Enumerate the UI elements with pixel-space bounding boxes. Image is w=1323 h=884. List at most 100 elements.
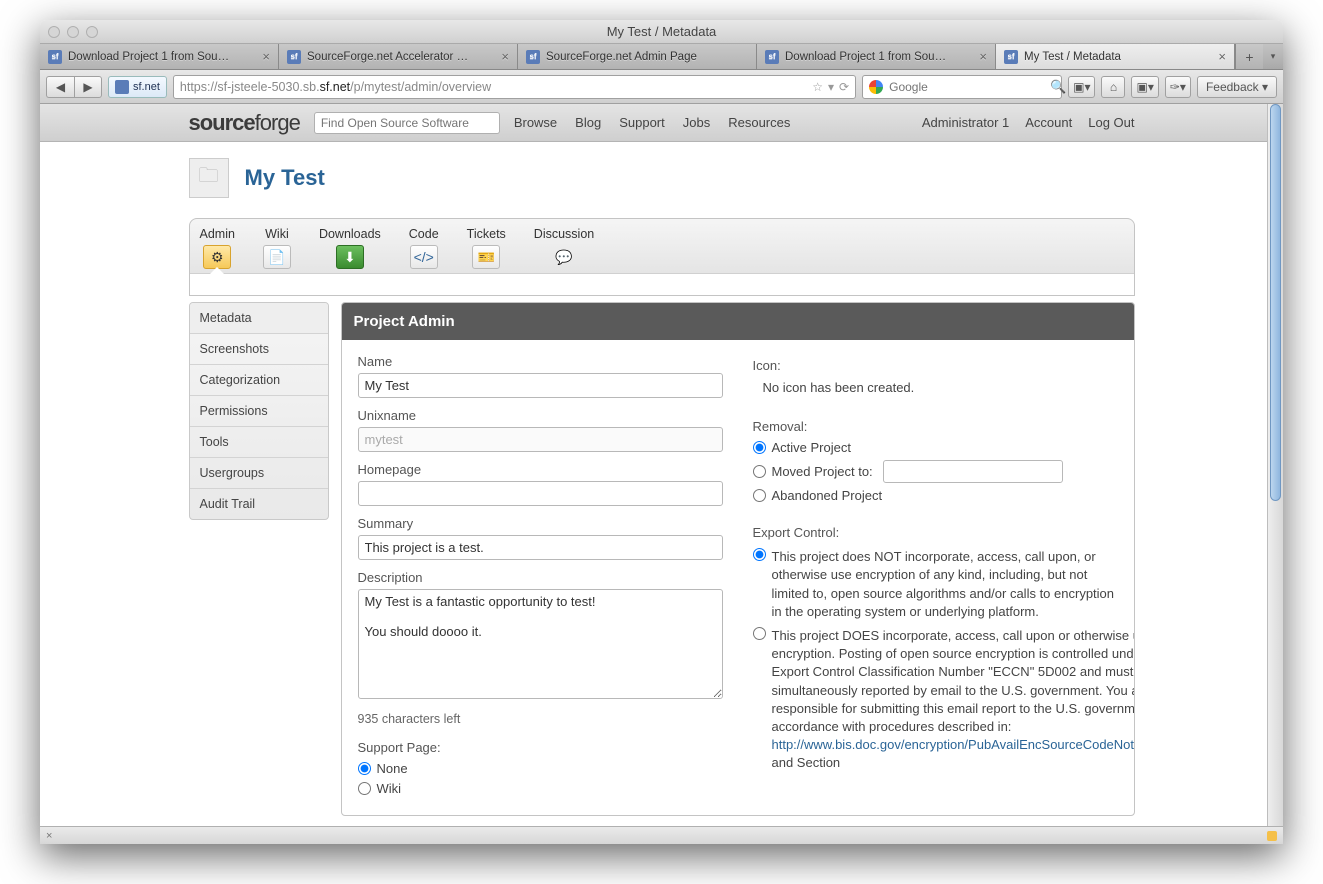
nav-resources[interactable]: Resources [728,115,790,130]
nav-support[interactable]: Support [619,115,665,130]
admin-layout: Metadata Screenshots Categorization Perm… [189,296,1135,816]
icon-label: Icon: [753,358,1118,373]
account-link[interactable]: Account [1025,115,1072,130]
description-label: Description [358,570,723,585]
tool-tab-wiki[interactable]: Wiki📄 [263,227,291,273]
admin-icon: ⚙ [203,245,231,269]
unixname-label: Unixname [358,408,723,423]
minimize-window-icon[interactable] [67,26,79,38]
url-bar[interactable]: https://sf-jsteele-5030.sb.sf.net/p/myte… [173,75,856,99]
browser-tab[interactable]: sfDownload Project 1 from Sou…× [757,44,996,69]
homepage-input[interactable] [358,481,723,506]
browser-tab[interactable]: sfSourceForge.net Admin Page [518,44,757,69]
sidebar-item-screenshots[interactable]: Screenshots [190,334,328,365]
sf-search-box[interactable] [314,112,500,134]
unixname-input [358,427,723,452]
tool-tab-admin[interactable]: Admin⚙ [200,227,235,273]
zoom-window-icon[interactable] [86,26,98,38]
support-page-label: Support Page: [358,740,723,755]
export-no-radio[interactable] [753,548,766,561]
close-icon[interactable]: × [1218,49,1226,64]
nav-blog[interactable]: Blog [575,115,601,130]
bookmarks-button[interactable]: ▣▾ [1131,76,1158,98]
adblock-button[interactable]: ▣▾ [1068,76,1095,98]
close-window-icon[interactable] [48,26,60,38]
name-input[interactable] [358,373,723,398]
tab-label: Download Project 1 from Sou… [68,51,256,63]
nav-jobs[interactable]: Jobs [683,115,710,130]
search-icon[interactable]: 🔍 [1050,79,1066,95]
status-close-icon[interactable]: × [46,830,52,842]
description-textarea[interactable] [358,589,723,699]
moved-to-input[interactable] [883,460,1063,483]
admin-sidebar: Metadata Screenshots Categorization Perm… [189,302,329,520]
browser-tab[interactable]: sfDownload Project 1 from Sou…× [40,44,279,69]
chars-left-label: 935 characters left [358,712,723,726]
support-wiki-radio[interactable] [358,782,371,795]
back-button[interactable]: ◀ [46,76,74,98]
export-yes-text: This project DOES incorporate, access, c… [772,627,1135,773]
tool-tab-code[interactable]: Code</> [409,227,439,273]
tool-tab-downloads[interactable]: Downloads⬇ [319,227,381,273]
site-badge-label: sf.net [133,81,160,93]
sf-user-nav: Administrator 1 Account Log Out [922,115,1135,130]
tab-menu-button[interactable]: ▾ [1263,44,1283,69]
homepage-label: Homepage [358,462,723,477]
sf-primary-nav: Browse Blog Support Jobs Resources [514,115,791,130]
new-tab-button[interactable]: + [1235,44,1263,69]
sidebar-item-permissions[interactable]: Permissions [190,396,328,427]
download-icon: ⬇ [336,245,364,269]
vertical-scrollbar[interactable] [1267,104,1283,826]
export-link[interactable]: http://www.bis.doc.gov/encryption/PubAva… [772,737,1135,752]
browser-search-box[interactable]: 🔍 [862,75,1062,99]
icon-status-text: No icon has been created. [763,379,1118,397]
browser-search-input[interactable] [889,80,1044,94]
close-icon[interactable]: × [501,49,509,64]
wiki-icon: 📄 [263,245,291,269]
support-none-radio[interactable] [358,762,371,775]
sidebar-item-audit-trail[interactable]: Audit Trail [190,489,328,519]
removal-moved-radio[interactable] [753,465,766,478]
support-wiki-label: Wiki [377,781,402,796]
sourceforge-logo[interactable]: sourceforge [189,110,300,136]
close-icon[interactable]: × [979,49,987,64]
feedback-button[interactable]: Feedback ▾ [1197,76,1277,98]
nav-browse[interactable]: Browse [514,115,557,130]
removal-moved-label: Moved Project to: [772,464,873,479]
sidebar-item-usergroups[interactable]: Usergroups [190,458,328,489]
favicon-icon: sf [287,50,301,64]
sidebar-item-tools[interactable]: Tools [190,427,328,458]
tool-tab-discussion[interactable]: Discussion💬 [534,227,594,273]
browser-tab[interactable]: sf SourceForge.net Accelerator … × [279,44,518,69]
tool-tab-tickets[interactable]: Tickets🎫 [467,227,506,273]
browser-tab-active[interactable]: sfMy Test / Metadata× [996,44,1235,69]
summary-input[interactable] [358,535,723,560]
forward-button[interactable]: ▶ [74,76,102,98]
export-yes-radio[interactable] [753,627,766,640]
home-button[interactable]: ⌂ [1101,76,1125,98]
sf-search-input[interactable] [321,116,493,130]
extension-button[interactable]: ✑▾ [1165,76,1191,98]
project-title-link[interactable]: My Test [245,165,325,191]
removal-abandoned-radio[interactable] [753,489,766,502]
status-indicator-icon [1267,831,1277,841]
close-icon[interactable]: × [262,49,270,64]
favicon-icon: sf [526,50,540,64]
logout-link[interactable]: Log Out [1088,115,1134,130]
reload-icon[interactable]: ⟳ [839,80,849,94]
user-name-link[interactable]: Administrator 1 [922,115,1009,130]
page-viewport: sourceforge Browse Blog Support Jobs Res… [40,104,1283,826]
sidebar-item-categorization[interactable]: Categorization [190,365,328,396]
sidebar-item-metadata[interactable]: Metadata [190,303,328,334]
site-identity-badge[interactable]: sf.net [108,76,167,98]
favicon-icon: sf [765,50,779,64]
url-text: https://sf-jsteele-5030.sb.sf.net/p/myte… [180,80,806,94]
dropdown-icon[interactable]: ▾ [828,80,834,94]
star-icon[interactable]: ☆ [812,80,823,94]
tab-label: SourceForge.net Accelerator … [307,51,495,63]
removal-active-radio[interactable] [753,441,766,454]
export-no-text: This project does NOT incorporate, acces… [772,548,1118,621]
panel-title: Project Admin [342,303,1134,340]
scrollbar-thumb[interactable] [1270,104,1281,501]
window-title: My Test / Metadata [40,24,1283,39]
